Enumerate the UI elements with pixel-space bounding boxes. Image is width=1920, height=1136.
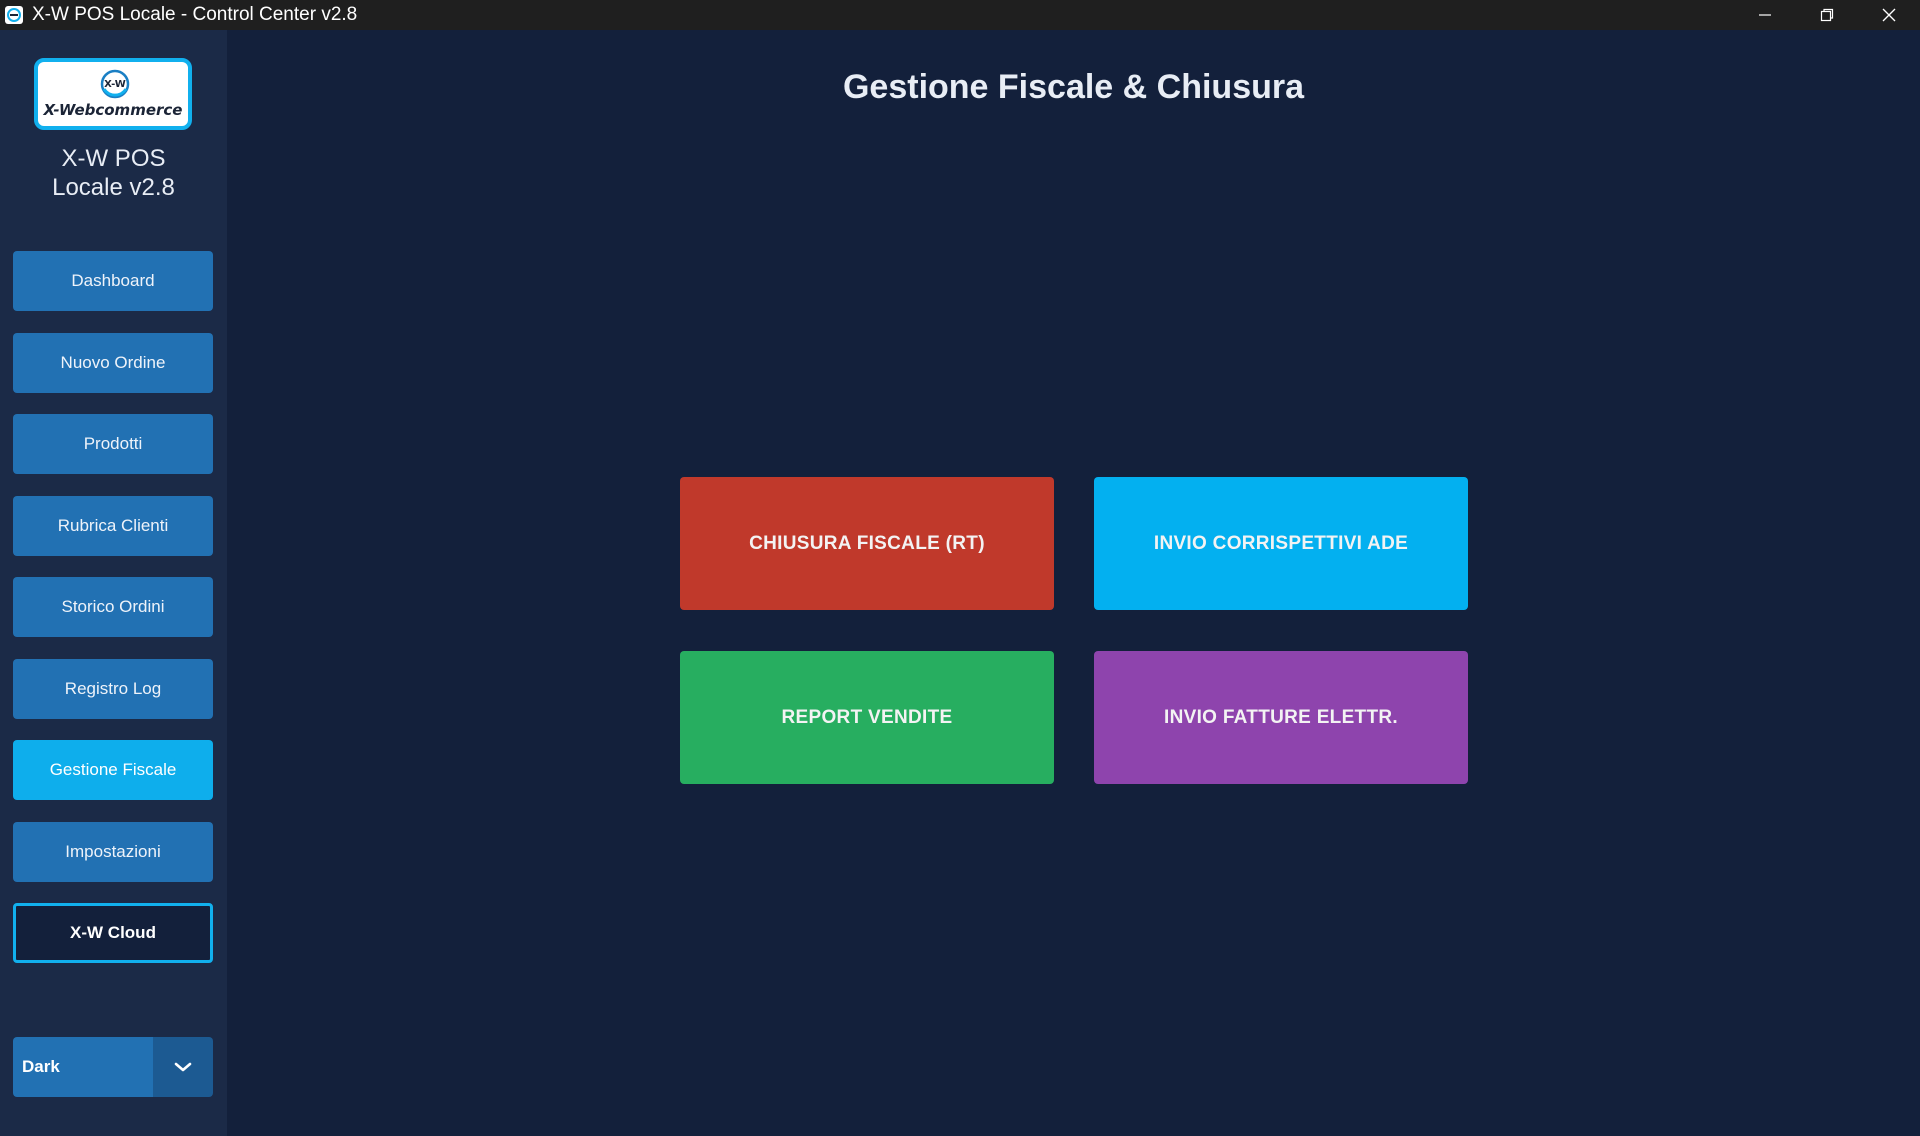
- close-icon[interactable]: [1858, 0, 1920, 30]
- app-icon: [4, 5, 24, 25]
- sidebar-item-xw-cloud[interactable]: X-W Cloud: [13, 903, 213, 963]
- sidebar-item-rubrica-clienti[interactable]: Rubrica Clienti: [13, 496, 213, 556]
- sidebar: X-W X-Webcommerce X-W POS Locale v2.8 Da…: [0, 30, 227, 1136]
- invio-corrispettivi-button[interactable]: INVIO CORRISPETTIVI ADE: [1094, 477, 1468, 610]
- window-controls: [1734, 0, 1920, 30]
- chevron-down-icon[interactable]: [153, 1037, 213, 1097]
- chiusura-fiscale-button[interactable]: CHIUSURA FISCALE (RT): [680, 477, 1054, 610]
- invio-fatture-button[interactable]: INVIO FATTURE ELETTR.: [1094, 651, 1468, 784]
- logo-mark-icon: X-W: [100, 69, 130, 99]
- sidebar-item-dashboard[interactable]: Dashboard: [13, 251, 213, 311]
- app-name: X-W POS Locale v2.8: [52, 145, 175, 201]
- sidebar-item-registro-log[interactable]: Registro Log: [13, 659, 213, 719]
- report-vendite-button[interactable]: REPORT VENDITE: [680, 651, 1054, 784]
- brand-logo: X-W X-Webcommerce: [34, 58, 192, 130]
- sidebar-item-gestione-fiscale[interactable]: Gestione Fiscale: [13, 740, 213, 800]
- sidebar-item-nuovo-ordine[interactable]: Nuovo Ordine: [13, 333, 213, 393]
- sidebar-item-storico-ordini[interactable]: Storico Ordini: [13, 577, 213, 637]
- window-title: X-W POS Locale - Control Center v2.8: [32, 4, 358, 25]
- minimize-icon[interactable]: [1734, 0, 1796, 30]
- restore-icon[interactable]: [1796, 0, 1858, 30]
- sidebar-item-prodotti[interactable]: Prodotti: [13, 414, 213, 474]
- logo-mark-text: X-W: [104, 79, 126, 90]
- sidebar-item-impostazioni[interactable]: Impostazioni: [13, 822, 213, 882]
- theme-select[interactable]: Dark: [13, 1037, 213, 1097]
- page-title: Gestione Fiscale & Chiusura: [842, 68, 1305, 106]
- logo-text: X-Webcommerce: [43, 101, 183, 119]
- theme-select-value[interactable]: Dark: [13, 1037, 153, 1097]
- title-bar: X-W POS Locale - Control Center v2.8: [0, 0, 1920, 30]
